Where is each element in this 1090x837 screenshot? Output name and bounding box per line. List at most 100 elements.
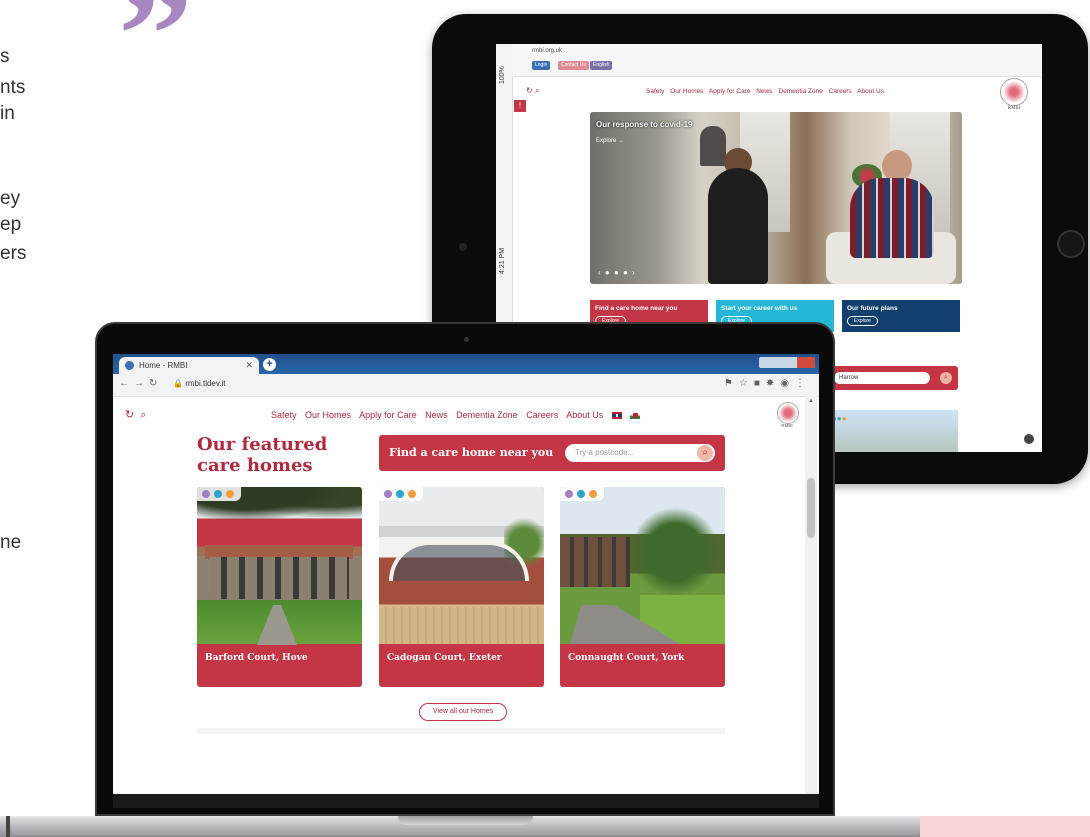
- nav-careers[interactable]: Careers: [526, 410, 558, 420]
- tablet-url[interactable]: rmbi.org.uk: [532, 48, 562, 54]
- tablet-hero-banner[interactable]: Our response to covid-19 Explore → ‹ ● ●…: [590, 112, 962, 284]
- tablet-home-card-preview[interactable]: ●●●: [826, 410, 958, 452]
- url-field[interactable]: 🔒 rmbi.tldev.it: [173, 379, 226, 388]
- tablet-nav-our-homes[interactable]: Our Homes: [670, 88, 703, 95]
- scrollbar-thumb[interactable]: [807, 478, 815, 538]
- search-icon[interactable]: ⌕: [940, 372, 952, 384]
- window-controls[interactable]: [759, 357, 815, 368]
- url-text: rmbi.tldev.it: [185, 379, 226, 388]
- tablet-language-pill[interactable]: English: [590, 61, 613, 70]
- left-text-line-5: ep: [0, 214, 22, 235]
- tablet-card-future-plans[interactable]: Our future plans Explore: [842, 300, 960, 332]
- home-photo: [197, 487, 362, 645]
- home-card-name: Connaught Court, York: [568, 653, 685, 663]
- quote-mark-icon: ”: [118, 0, 193, 118]
- left-text-line-1: s: [0, 46, 10, 67]
- new-tab-icon[interactable]: +: [263, 358, 276, 371]
- nav-about-us[interactable]: About Us: [566, 410, 603, 420]
- tablet-camera: [459, 243, 467, 251]
- laptop-bottom-bezel: [113, 794, 819, 808]
- tablet-hero-title: Our response to covid-19: [596, 120, 693, 129]
- site-logo-text: RMBI: [781, 423, 793, 428]
- tablet-home-button: [1057, 230, 1085, 258]
- view-all-homes-button[interactable]: View all our Homes: [419, 703, 507, 721]
- hero-image-figure: [850, 178, 934, 258]
- tablet-card-label: Start your career with us: [721, 305, 798, 312]
- tablet-header-icons: ↻ ⌕: [526, 86, 539, 96]
- nav-apply-for-care[interactable]: Apply for Care: [359, 410, 417, 420]
- home-card-connaught[interactable]: Connaught Court, York: [560, 487, 725, 687]
- puzzle-icon[interactable]: ✸: [766, 378, 780, 389]
- star-icon[interactable]: ☆: [739, 378, 754, 389]
- site-favicon-icon: [125, 361, 134, 370]
- translate-icon[interactable]: ⚑: [724, 378, 739, 389]
- left-text-line-4: ey: [0, 188, 21, 209]
- tablet-card-label: Find a care home near you: [595, 305, 678, 312]
- laptop-camera: [464, 337, 469, 342]
- tablet-logo[interactable]: [1000, 78, 1028, 106]
- tablet-card-label: Our future plans: [847, 305, 898, 312]
- search-icon[interactable]: ⌕: [140, 409, 152, 421]
- home-card-barford[interactable]: Barford Court, Hove: [197, 487, 362, 687]
- accessibility-icon[interactable]: ↻: [526, 86, 533, 95]
- settings-icon[interactable]: [1024, 434, 1034, 444]
- tablet-card-explore-button[interactable]: Explore: [847, 316, 878, 326]
- wales-flag-icon[interactable]: [630, 412, 641, 420]
- tablet-contact-pill[interactable]: Contact Us: [558, 61, 589, 70]
- main-nav: Safety Our Homes Apply for Care News Dem…: [271, 410, 646, 420]
- tablet-hero-explore-link[interactable]: Explore →: [596, 138, 624, 144]
- tablet-login-pill[interactable]: Login: [532, 61, 551, 70]
- pink-band: [920, 816, 1090, 837]
- postcode-search-input[interactable]: Try a postcode...: [565, 444, 715, 462]
- browser-tab-title: Home - RMBI: [139, 361, 188, 370]
- page-scrollbar[interactable]: ▲: [805, 396, 817, 794]
- close-icon[interactable]: ✕: [245, 357, 253, 374]
- tablet-nav-apply[interactable]: Apply for Care: [709, 88, 751, 95]
- tablet-browser-chrome: rmbi.org.uk Login Contact Us English: [512, 44, 1042, 77]
- home-photo: [560, 487, 725, 644]
- forward-icon[interactable]: →: [134, 378, 149, 389]
- tablet-nav-news[interactable]: News: [756, 88, 772, 95]
- hero-image-figure: [708, 168, 768, 284]
- nav-news[interactable]: News: [425, 410, 448, 420]
- nav-dementia-zone[interactable]: Dementia Zone: [456, 410, 518, 420]
- tablet-nav-safety[interactable]: Safety: [646, 88, 664, 95]
- browser-nav-buttons: ←→↻: [119, 378, 162, 389]
- nav-our-homes[interactable]: Our Homes: [305, 410, 351, 420]
- home-card-cadogan[interactable]: Cadogan Court, Exeter: [379, 487, 544, 687]
- browser-tab[interactable]: Home - RMBI ✕: [119, 357, 259, 374]
- carousel-dots[interactable]: ‹ ● ● ● ›: [598, 268, 636, 277]
- search-icon[interactable]: ⌕: [535, 86, 539, 95]
- tablet-nav-about[interactable]: About Us: [857, 88, 884, 95]
- accessibility-icon[interactable]: ↻: [125, 409, 140, 421]
- back-icon[interactable]: ←: [119, 378, 134, 389]
- tablet-time: 4:21 PM: [499, 247, 506, 274]
- brand-dots-icon: [560, 487, 604, 501]
- tablet-nav-dementia[interactable]: Dementia Zone: [778, 88, 822, 95]
- browser-address-bar: ←→↻ 🔒 rmbi.tldev.it ⚑☆■✸◉⋮: [113, 374, 819, 397]
- home-card-name: Barford Court, Hove: [205, 653, 308, 663]
- uk-flag-icon[interactable]: [611, 412, 622, 420]
- tablet-search-input[interactable]: Harrow: [834, 372, 930, 384]
- find-home-label: Find a care home near you: [389, 446, 554, 459]
- brand-dots-icon: [379, 487, 423, 501]
- left-text-line-6: ers: [0, 243, 27, 264]
- site-logo[interactable]: [777, 402, 799, 424]
- reload-icon[interactable]: ↻: [149, 378, 162, 389]
- tablet-nav-careers[interactable]: Careers: [829, 88, 852, 95]
- window-close-icon[interactable]: [797, 357, 815, 368]
- menu-icon[interactable]: ⋮: [795, 378, 811, 389]
- info-icon[interactable]: !: [514, 100, 526, 112]
- left-text-line-3: in: [0, 103, 15, 124]
- scroll-up-icon[interactable]: ▲: [808, 398, 814, 404]
- find-home-search-band: Find a care home near you Try a postcode…: [379, 435, 725, 471]
- left-text-line-7: ne: [0, 532, 22, 553]
- laptop-base: [0, 816, 1090, 837]
- extension-icon[interactable]: ■: [754, 378, 766, 389]
- nav-safety[interactable]: Safety: [271, 410, 297, 420]
- tablet-logo-text: RMBI: [1007, 106, 1021, 111]
- search-icon[interactable]: ⌕: [697, 445, 713, 461]
- tablet-main-nav: Safety Our Homes Apply for Care News Dem…: [646, 88, 888, 95]
- home-photo: [379, 487, 544, 644]
- profile-icon[interactable]: ◉: [780, 378, 795, 389]
